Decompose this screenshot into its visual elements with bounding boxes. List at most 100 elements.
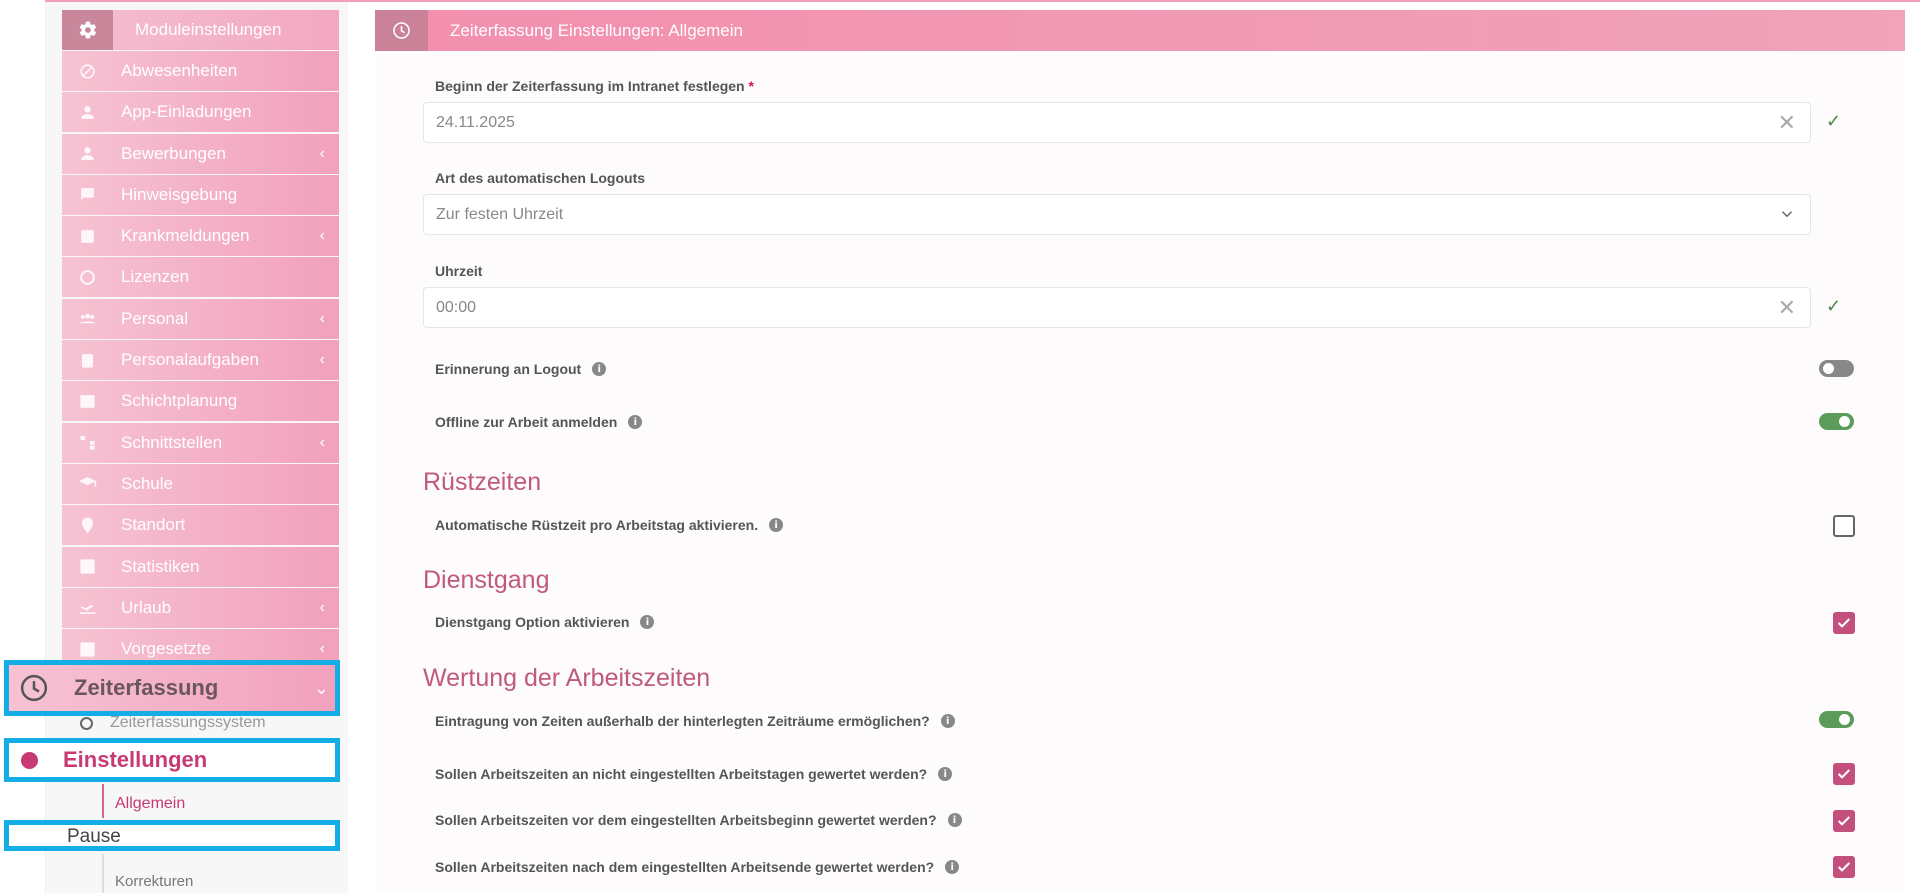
sidebar-item-label: Statistiken xyxy=(121,556,200,576)
medical-icon xyxy=(62,227,113,246)
zeiterfassungssystem-label: Zeiterfassungssystem xyxy=(110,714,266,731)
sidebar-item-standort[interactable]: Standort xyxy=(62,505,339,546)
submenu-active-line xyxy=(102,784,104,818)
w3-row: Sollen Arbeitszeiten vor dem eingestellt… xyxy=(435,812,962,828)
sidebar-item-label: Lizenzen xyxy=(121,267,190,287)
check-icon: ✓ xyxy=(1826,296,1842,316)
sidebar-item-schule[interactable]: Schule xyxy=(62,463,339,504)
top-accent-line xyxy=(45,0,1920,2)
sidebar-item-personalaufgaben[interactable]: Personalaufgaben ‹ xyxy=(62,340,339,381)
w1-label: Eintragung von Zeiten außerhalb der hint… xyxy=(435,713,930,729)
sidebar-item-label: Abwesenheiten xyxy=(121,61,238,80)
sidebar-item-urlaub[interactable]: Urlaub ‹ xyxy=(62,587,339,628)
page-title: Zeiterfassung Einstellungen: Allgemein xyxy=(450,20,743,40)
info-icon[interactable]: i xyxy=(947,813,962,827)
circle-progress-icon xyxy=(62,268,113,287)
w2-label: Sollen Arbeitszeiten an nicht eingestell… xyxy=(435,766,928,782)
sidebar-item-zeiterfassungssystem[interactable]: Zeiterfassungssystem xyxy=(80,714,266,732)
sidebar-item-app-einladungen[interactable]: App-Einladungen xyxy=(62,92,339,133)
chevron-down-icon xyxy=(1778,205,1796,228)
info-icon[interactable]: i xyxy=(640,615,655,629)
section-wertung: Wertung der Arbeitszeiten xyxy=(423,664,711,692)
sidebar-item-zeiterfassung[interactable]: Zeiterfassung ⌄ xyxy=(4,660,340,716)
sidebar-item-label: Urlaub xyxy=(121,597,172,617)
group-icon xyxy=(62,309,113,328)
sidebar-item-label: Schichtplanung xyxy=(121,391,238,411)
module-settings-header[interactable]: Moduleinstellungen xyxy=(62,10,339,50)
sidebar-item-schnittstellen[interactable]: Schnittstellen ‹ xyxy=(62,422,339,463)
start-date-label-text: Beginn der Zeiterfassung im Intranet fes… xyxy=(435,78,745,94)
sidebar: Moduleinstellungen Abwesenheiten App-Einl… xyxy=(62,10,339,670)
sidebar-item-krankmeldungen[interactable]: Krankmeldungen ‹ xyxy=(62,216,339,257)
w2-checkbox[interactable] xyxy=(1833,763,1855,785)
clear-icon[interactable]: ✕ xyxy=(1778,295,1796,321)
sidebar-item-abwesenheiten[interactable]: Abwesenheiten xyxy=(62,51,339,91)
w4-label: Sollen Arbeitszeiten nach dem eingestell… xyxy=(435,859,935,875)
sidebar-item-lizenzen[interactable]: Lizenzen xyxy=(62,257,339,298)
sidebar-item-pause[interactable]: Pause xyxy=(4,820,340,851)
school-icon xyxy=(62,474,113,493)
einstellungen-label: Einstellungen xyxy=(63,747,208,772)
info-icon[interactable]: i xyxy=(945,860,960,874)
block-icon xyxy=(62,62,113,81)
info-icon[interactable]: i xyxy=(628,415,643,429)
location-icon xyxy=(62,516,113,535)
reminder-row: Erinnerung an Logout i xyxy=(435,361,607,377)
info-icon[interactable]: i xyxy=(769,518,784,532)
chevron-left-icon: ‹ xyxy=(319,351,325,369)
zeiterfassung-label: Zeiterfassung xyxy=(74,675,219,700)
sidebar-item-einstellungen[interactable]: Einstellungen xyxy=(4,738,340,782)
panel-header: Zeiterfassung Einstellungen: Allgemein xyxy=(375,10,1905,51)
offline-toggle[interactable] xyxy=(1819,413,1854,430)
start-date-value: 24.11.2025 xyxy=(436,113,515,131)
time-field[interactable]: 00:00 ✕ xyxy=(423,287,1811,328)
ruest-row: Automatische Rüstzeit pro Arbeitstag akt… xyxy=(435,517,784,533)
info-icon[interactable]: i xyxy=(938,767,953,781)
ruest-label: Automatische Rüstzeit pro Arbeitstag akt… xyxy=(435,517,759,533)
info-icon[interactable]: i xyxy=(940,714,955,728)
sidebar-item-korrekturen[interactable]: Korrekturen xyxy=(115,873,193,890)
ruest-checkbox[interactable] xyxy=(1833,515,1855,537)
clear-icon[interactable]: ✕ xyxy=(1778,110,1796,136)
filled-circle-icon xyxy=(21,751,38,769)
w1-toggle[interactable] xyxy=(1819,711,1854,728)
w3-checkbox[interactable] xyxy=(1833,810,1855,832)
dienst-checkbox[interactable] xyxy=(1833,612,1855,634)
info-icon[interactable]: i xyxy=(592,362,607,376)
sidebar-item-allgemein[interactable]: Allgemein xyxy=(115,795,185,813)
time-label: Uhrzeit xyxy=(435,263,483,279)
sidebar-menu: Abwesenheiten App-Einladungen Bewerbungen ‹… xyxy=(62,51,339,670)
dienst-label: Dienstgang Option aktivieren xyxy=(435,614,630,630)
clock-icon xyxy=(375,10,428,51)
person-icon xyxy=(62,103,113,122)
circle-outline-icon xyxy=(80,716,93,730)
flight-icon xyxy=(62,598,113,617)
sidebar-item-personal[interactable]: Personal ‹ xyxy=(62,298,339,339)
check-icon: ✓ xyxy=(1826,111,1842,131)
sidebar-item-bewerbungen[interactable]: Bewerbungen ‹ xyxy=(62,133,339,174)
table-icon xyxy=(62,392,113,411)
sidebar-item-label: Schule xyxy=(121,473,173,493)
w1-row: Eintragung von Zeiten außerhalb der hint… xyxy=(435,713,955,729)
sidebar-item-hinweisgebung[interactable]: Hinweisgebung xyxy=(62,174,339,215)
start-date-field[interactable]: 24.11.2025 ✕ xyxy=(423,102,1811,143)
clock-icon xyxy=(9,673,59,703)
w2-row: Sollen Arbeitszeiten an nicht eingestell… xyxy=(435,766,953,782)
gear-icon xyxy=(62,10,113,50)
section-ruestzeiten: Rüstzeiten xyxy=(423,468,542,496)
reminder-toggle[interactable] xyxy=(1819,360,1854,377)
reminder-label: Erinnerung an Logout xyxy=(435,361,582,377)
dienst-row: Dienstgang Option aktivieren i xyxy=(435,614,655,630)
logout-type-label: Art des automatischen Logouts xyxy=(435,170,646,186)
w4-checkbox[interactable] xyxy=(1833,856,1855,878)
sidebar-item-label: Personalaufgaben xyxy=(121,350,260,370)
sidebar-item-schichtplanung[interactable]: Schichtplanung xyxy=(62,381,339,422)
offline-row: Offline zur Arbeit anmelden i xyxy=(435,414,643,430)
logout-type-select[interactable]: Zur festen Uhrzeit xyxy=(423,194,1811,235)
hierarchy-icon xyxy=(62,433,113,452)
sidebar-item-statistiken[interactable]: Statistiken xyxy=(62,546,339,587)
time-value: 00:00 xyxy=(436,298,477,316)
sidebar-item-label: Schnittstellen xyxy=(121,432,223,452)
feedback-icon xyxy=(62,185,113,204)
w3-label: Sollen Arbeitszeiten vor dem eingestellt… xyxy=(435,812,937,828)
